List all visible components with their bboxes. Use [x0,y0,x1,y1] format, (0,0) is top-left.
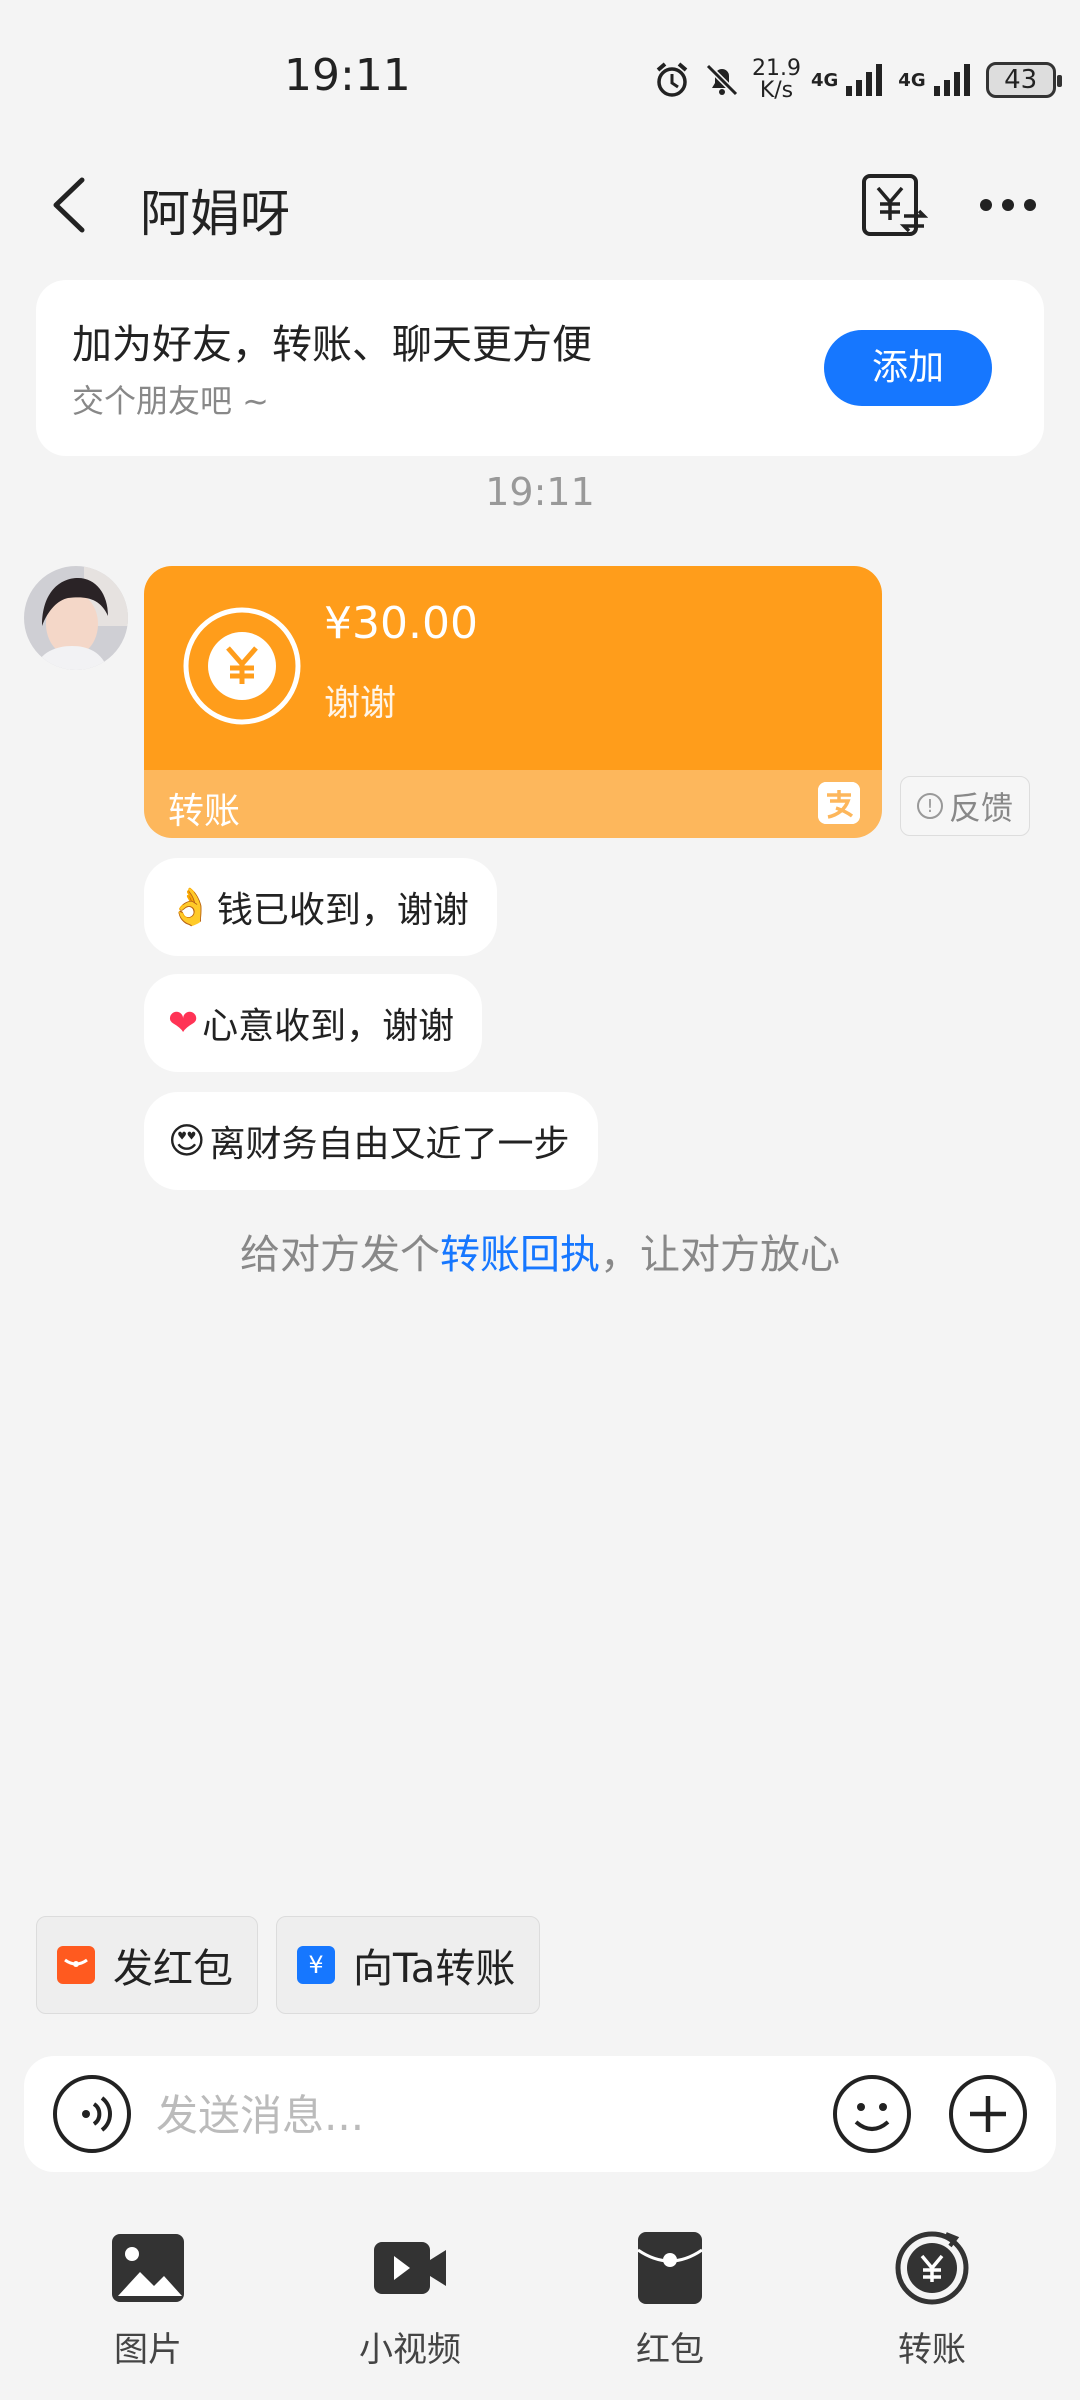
signal-icon [846,64,883,96]
receipt-hint: 给对方发个转账回执，让对方放心 [240,1232,840,1278]
emoji-icon[interactable] [832,2074,912,2154]
battery-icon: 43 [985,62,1062,98]
add-friend-button[interactable]: 添加 [824,330,992,406]
add-friend-subtitle: 交个朋友吧 ~ [72,382,269,420]
add-friend-title: 加为好友，转账、聊天更方便 [72,322,592,368]
star-eyes-icon: 😍 [168,1120,206,1162]
quick-reply[interactable]: 😍 离财务自由又近了一步 [144,1092,598,1190]
signal-icon [933,64,970,96]
transfer-icon [895,2231,969,2305]
feedback-button[interactable]: ! 反馈 [900,776,1030,836]
transfer-to-ta-chip[interactable]: ¥ 向Ta转账 [276,1916,540,2014]
mute-bell-icon [705,63,739,97]
alipay-icon [818,782,860,824]
more-icon[interactable] [978,190,1038,220]
send-red-packet-chip[interactable]: 发红包 [36,1916,258,2014]
voice-icon[interactable] [52,2074,132,2154]
red-packet-icon [637,2232,703,2304]
message-input-bar [24,2056,1056,2172]
transfer-receipt-link[interactable]: 转账回执 [440,1232,600,1278]
message-input[interactable] [154,2076,818,2154]
transfer-message-card[interactable]: ¥30.00 谢谢 转账 [144,566,882,838]
transfer-note: 谢谢 [324,683,397,724]
net-speed: 21.9 K/s [752,56,801,103]
page-title: 阿娟呀 [140,185,290,243]
tool-red-packet[interactable]: 红包 [590,2230,750,2371]
add-friend-card: 加为好友，转账、聊天更方便 交个朋友吧 ~ 添加 [36,280,1044,456]
tool-video[interactable]: 小视频 [330,2230,490,2371]
video-icon [374,2242,446,2294]
transfer-amount: ¥30.00 [324,598,478,649]
status-time: 19:11 [284,50,411,101]
image-icon [112,2234,184,2302]
ok-hand-icon: 👌 [168,887,213,928]
quick-reply[interactable]: 👌 钱已收到，谢谢 [144,858,497,956]
message-time: 19:11 [485,470,595,514]
transfer-record-icon[interactable] [858,170,928,240]
alarm-icon [656,62,688,97]
back-icon[interactable] [40,170,100,240]
transfer-label: 转账 [168,791,241,832]
avatar[interactable] [24,566,128,670]
tool-image[interactable]: 图片 [68,2230,228,2371]
red-packet-icon [57,1946,95,1984]
heart-icon: ❤ [168,1002,199,1044]
tool-transfer[interactable]: 转账 [852,2230,1012,2371]
plus-icon[interactable] [948,2074,1028,2154]
transfer-icon: ¥ [297,1946,335,1984]
status-icons: 21.9 K/s 4G 4G 43 [652,56,1062,104]
transfer-coin-icon [183,607,301,725]
info-icon: ! [916,793,943,819]
quick-reply[interactable]: ❤ 心意收到，谢谢 [144,974,483,1072]
